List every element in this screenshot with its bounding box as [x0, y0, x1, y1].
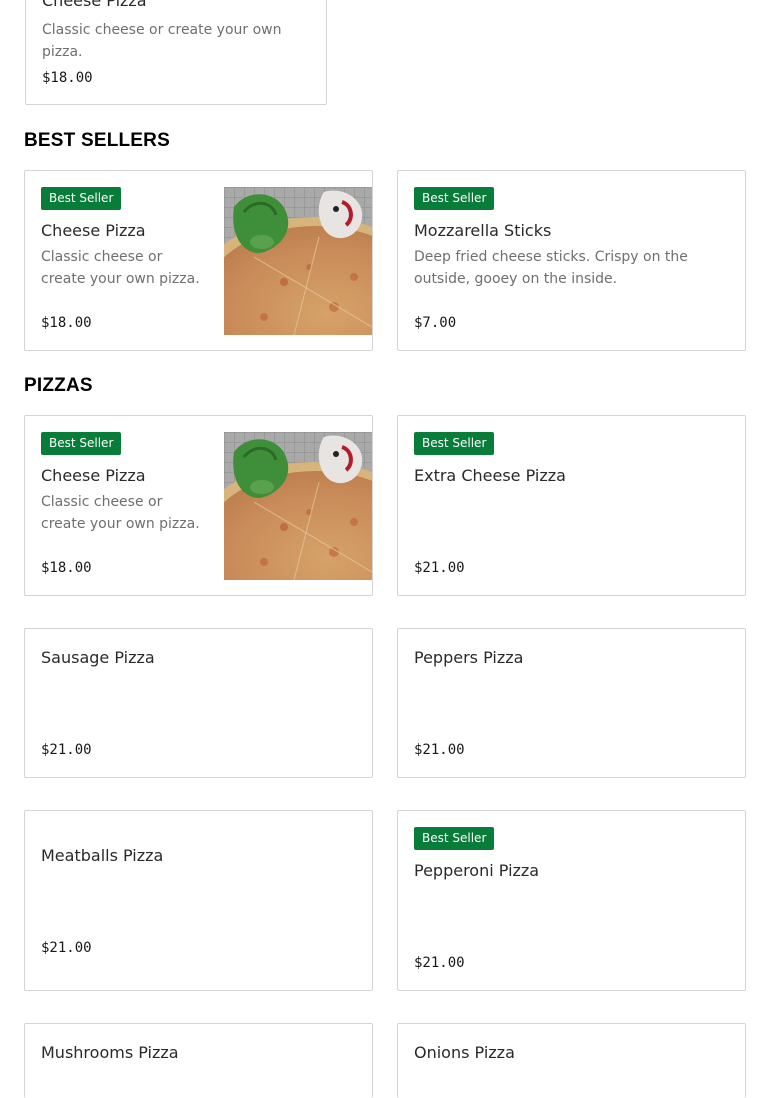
menu-item-card[interactable]: Peppers Pizza $21.00 [397, 628, 746, 778]
item-price: $7.00 [414, 315, 457, 331]
item-name: Mozzarella Sticks [414, 221, 552, 240]
item-name: Mushrooms Pizza [41, 1043, 179, 1062]
menu-item-card[interactable]: Best Seller Cheese Pizza Classic cheese … [24, 170, 373, 351]
best-seller-badge: Best Seller [414, 187, 495, 210]
item-name: Pepperoni Pizza [414, 861, 540, 880]
item-name: Cheese Pizza [41, 221, 146, 240]
item-name: Extra Cheese Pizza [414, 466, 566, 485]
menu-item-card[interactable]: Best Seller Pepperoni Pizza $21.00 [397, 810, 746, 991]
menu-item-card[interactable]: Best Seller Mozzarella Sticks Deep fried… [397, 170, 746, 351]
item-description: Classic cheese or create your own pizza. [41, 249, 200, 287]
item-name: Peppers Pizza [414, 648, 524, 667]
item-image [224, 432, 372, 580]
item-name: Cheese Pizza [42, 0, 147, 10]
item-name: Onions Pizza [414, 1043, 515, 1062]
menu-item-card[interactable]: Cheese Pizza Classic cheese or create yo… [25, 0, 327, 105]
item-description: Classic cheese or create your own pizza. [42, 22, 282, 60]
item-name: Cheese Pizza [41, 466, 146, 485]
item-name: Meatballs Pizza [41, 846, 164, 865]
item-description: Classic cheese or create your own pizza. [41, 494, 200, 532]
best-seller-badge: Best Seller [41, 432, 122, 455]
item-price: $18.00 [41, 315, 92, 331]
pizza-image [224, 187, 372, 335]
item-description: Deep fried cheese sticks. Crispy on the … [414, 249, 688, 287]
item-image [224, 187, 372, 335]
menu-item-card[interactable]: Best Seller Extra Cheese Pizza $21.00 [397, 415, 746, 596]
item-price: $21.00 [41, 742, 92, 758]
section-title-best-sellers: BEST SELLERS [24, 130, 170, 151]
menu-item-card[interactable]: Mushrooms Pizza [24, 1023, 373, 1098]
menu-item-card[interactable]: Best Seller Cheese Pizza Classic cheese … [24, 415, 373, 596]
item-price: $18.00 [42, 70, 93, 86]
item-price: $21.00 [41, 940, 92, 956]
menu-item-card[interactable]: Onions Pizza [397, 1023, 746, 1098]
menu-item-card[interactable]: Meatballs Pizza $21.00 [24, 810, 373, 991]
item-name: Sausage Pizza [41, 648, 155, 667]
menu-item-card[interactable]: Sausage Pizza $21.00 [24, 628, 373, 778]
item-price: $21.00 [414, 742, 465, 758]
item-price: $18.00 [41, 560, 92, 576]
pizza-image [224, 432, 372, 580]
item-price: $21.00 [414, 560, 465, 576]
best-seller-badge: Best Seller [414, 827, 495, 850]
best-seller-badge: Best Seller [414, 432, 495, 455]
best-seller-badge: Best Seller [41, 187, 122, 210]
item-price: $21.00 [414, 955, 465, 971]
section-title-pizzas: PIZZAS [24, 375, 93, 396]
